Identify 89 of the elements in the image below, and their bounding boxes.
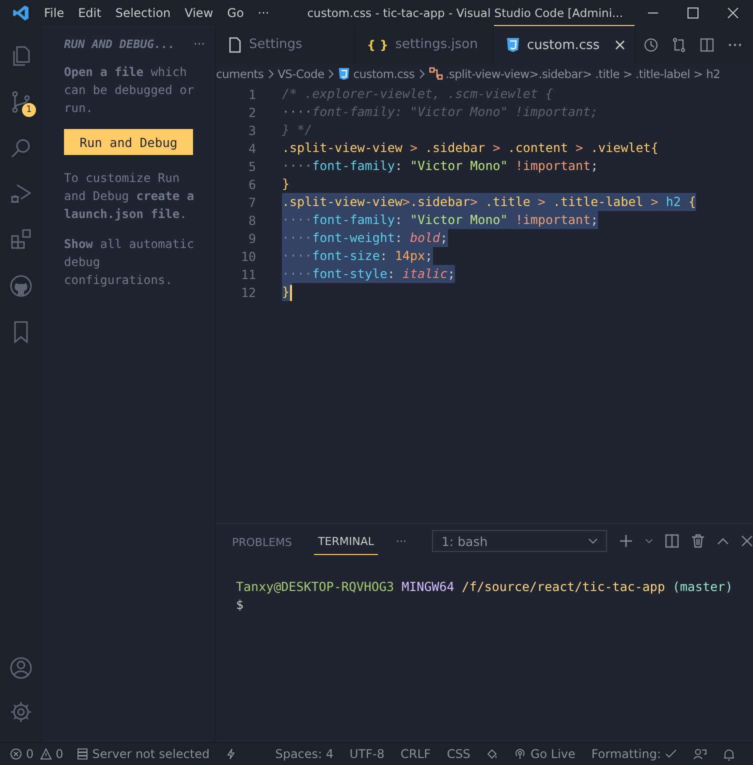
css-icon bbox=[506, 37, 520, 53]
line-number: 3 bbox=[247, 122, 256, 138]
server-icon bbox=[77, 748, 88, 760]
terminal-line: $ bbox=[236, 596, 245, 614]
account-icon[interactable] bbox=[9, 656, 33, 680]
code-line: } bbox=[282, 175, 290, 193]
status-item[interactable]: CSS bbox=[446, 747, 470, 761]
feedback-icon[interactable] bbox=[693, 748, 707, 760]
settings-icon[interactable] bbox=[9, 700, 33, 724]
open-file-hint: Open a file which can be debugged or run. bbox=[64, 64, 196, 117]
check-icon bbox=[665, 749, 677, 759]
line-number: 5 bbox=[247, 158, 256, 174]
extensions-icon[interactable] bbox=[9, 228, 33, 252]
line-number: 9 bbox=[247, 230, 256, 246]
vscode-logo-icon bbox=[12, 4, 30, 22]
show-configurations-hint: Show all automatic debug configurations. bbox=[64, 236, 196, 289]
error-icon bbox=[10, 748, 22, 760]
split-terminal-icon[interactable] bbox=[665, 534, 679, 548]
file-icon bbox=[228, 36, 242, 52]
status-item[interactable]: Spaces: 4 bbox=[275, 747, 334, 761]
chevron-up-icon[interactable] bbox=[717, 537, 729, 545]
line-number: 8 bbox=[247, 212, 256, 228]
more-actions-button[interactable]: ··· bbox=[396, 534, 406, 548]
split-editor-icon[interactable] bbox=[699, 36, 715, 52]
sidebar-title: RUN AND DEBUG... bbox=[64, 37, 175, 51]
line-number: 6 bbox=[247, 176, 256, 192]
line-number: 2 bbox=[247, 104, 256, 120]
code-line: /* .explorer-viewlet, .scm-viewlet { bbox=[282, 85, 553, 103]
warning-icon bbox=[40, 748, 52, 760]
history-icon[interactable] bbox=[643, 36, 659, 52]
code-line: .split-view-view > .sidebar > .content > .viewlet{ bbox=[282, 139, 658, 157]
breadcrumb-item[interactable]: .split-view-view>.sidebar> .title > .title-label > h2 bbox=[446, 66, 720, 80]
line-number: 12 bbox=[240, 284, 256, 300]
menu-item[interactable]: ··· bbox=[258, 6, 270, 20]
menu-item[interactable]: File bbox=[44, 6, 64, 20]
chevron-icon bbox=[327, 68, 336, 78]
github-icon[interactable] bbox=[9, 274, 33, 298]
close-icon[interactable] bbox=[741, 535, 753, 547]
notification-badge: 1 bbox=[22, 103, 36, 117]
chevron-down-icon[interactable] bbox=[645, 538, 653, 544]
formatting-status[interactable]: Formatting: bbox=[591, 747, 677, 761]
window-title: custom.css - tic-tac-app - Visual Studio Code [Admini... bbox=[307, 6, 623, 20]
bell-icon[interactable] bbox=[723, 748, 735, 760]
terminal-line: Tanxy@DESKTOP-RQVHOG3 MINGW64 /f/source/react/tic-tac-app (master) bbox=[236, 578, 734, 596]
code-line: ····font-family: "Victor Mono" !important; bbox=[282, 157, 598, 175]
close-icon[interactable] bbox=[614, 40, 625, 50]
paint-bucket-icon[interactable] bbox=[486, 748, 498, 760]
panel-tab[interactable]: PROBLEMS bbox=[228, 528, 296, 554]
compare-changes-icon[interactable] bbox=[671, 36, 687, 52]
line-number: 10 bbox=[240, 248, 256, 264]
launch-json-hint: To customize Run and Debug create a launch.json file. bbox=[64, 170, 196, 223]
more-actions-button[interactable]: ··· bbox=[194, 37, 205, 51]
terminal-dropdown[interactable]: 1: bash bbox=[432, 530, 607, 552]
breadcrumb-item[interactable]: cuments bbox=[216, 66, 264, 80]
menu-item[interactable]: Edit bbox=[78, 6, 102, 20]
trash-icon[interactable] bbox=[691, 534, 705, 548]
line-number: 4 bbox=[247, 140, 256, 156]
lightning-icon[interactable] bbox=[226, 748, 236, 760]
close-icon[interactable] bbox=[727, 6, 739, 18]
line-number: 7 bbox=[247, 194, 256, 210]
code-line: ····font-family: "Victor Mono" !important; bbox=[282, 103, 598, 121]
chevron-icon bbox=[418, 68, 426, 78]
run-and-debug-button[interactable]: Run and Debug bbox=[64, 129, 193, 155]
broadcast-icon bbox=[514, 748, 526, 760]
go-live-button[interactable]: Go Live bbox=[514, 747, 576, 761]
add-icon[interactable] bbox=[619, 534, 633, 548]
errors-status[interactable]: 0 bbox=[10, 747, 34, 761]
line-number: 11 bbox=[240, 266, 256, 282]
chevron-icon bbox=[266, 68, 275, 78]
server-status[interactable]: Server not selected bbox=[77, 747, 210, 761]
breadcrumb-item[interactable]: custom.css bbox=[353, 66, 415, 80]
symbol-icon bbox=[428, 66, 443, 80]
json-icon: { } bbox=[367, 38, 388, 52]
menu-item[interactable]: View bbox=[184, 6, 214, 20]
maximize-icon[interactable] bbox=[687, 6, 699, 18]
chevron-down-icon bbox=[588, 538, 598, 544]
panel-tab[interactable]: TERMINAL bbox=[314, 527, 378, 555]
line-number: 1 bbox=[247, 86, 256, 102]
editor-tab[interactable]: custom.css bbox=[494, 25, 635, 64]
css-icon bbox=[338, 66, 350, 80]
menu-item[interactable]: Go bbox=[227, 6, 244, 20]
status-item[interactable]: UTF-8 bbox=[350, 747, 384, 761]
menu-item[interactable]: Selection bbox=[115, 6, 171, 20]
editor-tab[interactable]: Settings bbox=[216, 25, 355, 64]
breadcrumb-item[interactable]: VS-Code bbox=[278, 66, 324, 80]
status-item[interactable]: CRLF bbox=[400, 747, 431, 761]
warnings-status[interactable]: 0 bbox=[40, 747, 64, 761]
code-line: } */ bbox=[282, 121, 312, 139]
run-debug-icon[interactable] bbox=[9, 182, 33, 206]
